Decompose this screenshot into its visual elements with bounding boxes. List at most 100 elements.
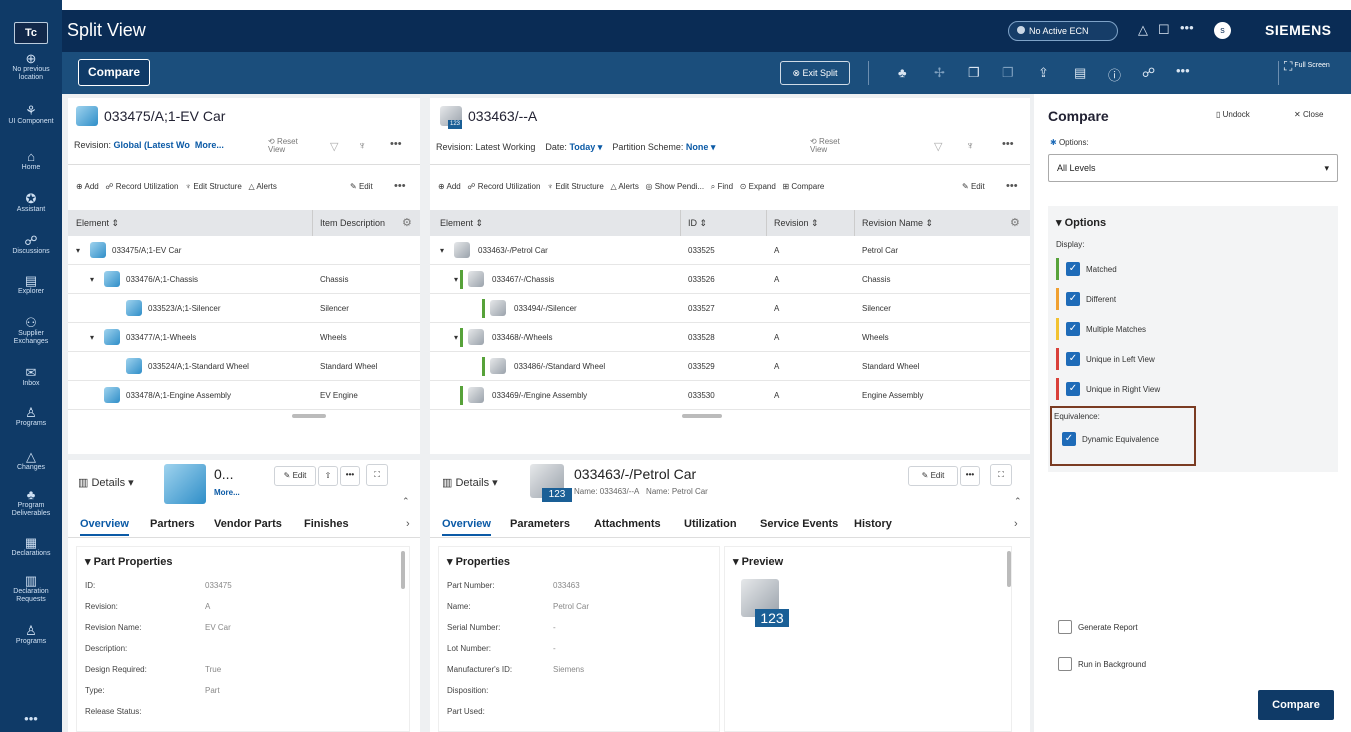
edit-button[interactable]: ✎ Edit [274, 466, 316, 486]
chevron-down-icon[interactable]: ▾ [440, 236, 444, 265]
settings-icon[interactable]: ⚙ [1010, 216, 1020, 229]
table-row[interactable]: 033486/-/Standard Wheel 033529 A Standard W… [430, 352, 1030, 381]
more-icon[interactable]: ••• [1002, 138, 1014, 150]
table-row[interactable]: ▾ 033463/-/Petrol Car 033525 A Petrol Car [430, 236, 1030, 265]
rail-item[interactable]: ▤ Explorer [0, 274, 62, 296]
chevron-down-icon[interactable]: ▾ [454, 323, 458, 352]
more-link[interactable]: More... [195, 140, 224, 150]
rail-item[interactable]: ✪ Assistant [0, 192, 62, 214]
record-utilization-button[interactable]: ☍ Record Utilization [467, 182, 540, 191]
table-row[interactable]: ▾ 033468/-/Wheels 033528 A Wheels [430, 323, 1030, 352]
partition-dropdown[interactable]: None ▾ [686, 142, 716, 152]
edit-structure-button[interactable]: ♆ Edit Structure [185, 182, 242, 191]
find-button[interactable]: ⌕ Find [711, 182, 733, 191]
chevron-right-icon[interactable]: › [1014, 518, 1018, 530]
compare-tab-button[interactable]: Compare [78, 59, 150, 86]
chevron-down-icon[interactable]: ▾ [90, 265, 94, 294]
tab-partners[interactable]: Partners [150, 518, 195, 534]
column-header-id[interactable]: ID ⇕ [688, 218, 707, 229]
ecn-status-button[interactable]: No Active ECN [1008, 21, 1118, 41]
table-row[interactable]: 033478/A;1-Engine Assembly EV Engine [68, 381, 420, 410]
chevron-down-icon[interactable]: ▾ [76, 236, 80, 265]
reset-view-button[interactable]: ⟲ Reset View [268, 138, 308, 154]
chevron-up-icon[interactable]: ⌃ [402, 496, 410, 507]
pin-icon[interactable]: ✢ [934, 65, 945, 81]
section-header[interactable]: ▾ Preview [733, 555, 783, 568]
rail-item[interactable]: ⊕ No previous location [0, 52, 62, 82]
scrollbar[interactable] [401, 551, 405, 589]
table-row[interactable]: 033494/-/Silencer 033527 A Silencer [430, 294, 1030, 323]
structure-icon[interactable]: ♆ [966, 140, 974, 152]
expand-button[interactable]: ⊙ Expand [740, 182, 776, 191]
rail-item[interactable]: ♙ Programs [0, 406, 62, 428]
details-dropdown[interactable]: ▥ Details ▾ [442, 476, 498, 489]
rail-item[interactable]: ▥ Declaration Requests [0, 574, 62, 604]
edit-button[interactable]: ✎ Edit [350, 182, 373, 191]
section-header[interactable]: ▾ Options [1056, 216, 1106, 229]
date-dropdown[interactable]: Today ▾ [569, 142, 602, 152]
table-row[interactable]: ▾ 033477/A;1-Wheels Wheels [68, 323, 420, 352]
more-icon[interactable]: ••• [1180, 20, 1194, 35]
settings-icon[interactable]: ⚙ [402, 216, 412, 229]
compare-submit-button[interactable]: Compare [1258, 690, 1334, 720]
table-row[interactable]: ▾ 033476/A;1-Chassis Chassis [68, 265, 420, 294]
rail-item[interactable]: ✉ Inbox [0, 366, 62, 388]
avatar[interactable]: s [1214, 22, 1231, 39]
checkbox-unique-in-left-view[interactable]: ✓ [1066, 352, 1080, 366]
rail-item[interactable]: ☍ Discussions [0, 234, 62, 256]
tab-overview[interactable]: Overview [80, 518, 129, 536]
edit-button[interactable]: ✎ Edit [908, 466, 958, 486]
scrollbar[interactable] [1007, 551, 1011, 587]
rail-item[interactable]: ♙ Programs [0, 624, 62, 646]
chevron-down-icon[interactable]: ▾ [454, 265, 458, 294]
left-revision-rule[interactable]: Revision: Global (Latest Wo More... [74, 140, 224, 150]
tab-vendor-parts[interactable]: Vendor Parts [214, 518, 282, 534]
undock-button[interactable]: ▯ Undock [1216, 110, 1250, 119]
rail-item[interactable]: ▦ Declarations [0, 536, 62, 558]
copy-icon[interactable]: ❐ [968, 65, 980, 81]
record-utilization-button[interactable]: ☍ Record Utilization [105, 182, 178, 191]
rail-item[interactable]: ••• [0, 712, 62, 726]
rail-item[interactable]: ⚘ UI Component [0, 104, 62, 126]
add-button[interactable]: ⊕ Add [76, 182, 99, 191]
more-link[interactable]: More... [214, 488, 240, 497]
edit-structure-button[interactable]: ♆ Edit Structure [547, 182, 604, 191]
paste-icon[interactable]: ❐ [1002, 65, 1014, 81]
chevron-up-icon[interactable]: ⌃ [1014, 496, 1022, 507]
reset-view-button[interactable]: ⟲ Reset View [810, 138, 850, 154]
scrollbar[interactable] [292, 414, 326, 418]
checkbox-different[interactable]: ✓ [1066, 292, 1080, 306]
edit-button[interactable]: ✎ Edit [962, 182, 985, 191]
expand-icon[interactable]: ⛶ [990, 464, 1012, 486]
more-icon[interactable]: ••• [394, 180, 406, 192]
structure-icon[interactable]: ♣ [898, 65, 907, 80]
revision-value[interactable]: Global (Latest Wo [114, 140, 190, 150]
rail-item[interactable]: △ Changes [0, 450, 62, 472]
exit-split-button[interactable]: ⊗ Exit Split [780, 61, 850, 85]
more-icon[interactable]: ••• [960, 466, 980, 486]
document-icon[interactable]: ▤ [1074, 65, 1086, 81]
table-row[interactable]: 033469/-/Engine Assembly 033530 A Engine As… [430, 381, 1030, 410]
full-screen-button[interactable]: ⛶ Full Screen [1284, 60, 1346, 72]
column-header-revision-name[interactable]: Revision Name ⇕ [862, 218, 933, 229]
link-icon[interactable]: ☍ [1142, 65, 1155, 81]
table-row[interactable]: ▾ 033475/A;1-EV Car [68, 236, 420, 265]
rail-item[interactable]: ⚇ Supplier Exchanges [0, 316, 62, 346]
column-header-element[interactable]: Element ⇕ [440, 218, 483, 229]
tab-overview[interactable]: Overview [442, 518, 491, 536]
chevron-right-icon[interactable]: › [406, 518, 410, 530]
share-icon[interactable]: ⇪ [1038, 65, 1049, 81]
column-header-revision[interactable]: Revision ⇕ [774, 218, 819, 229]
alerts-button[interactable]: △ Alerts [248, 182, 276, 191]
checkbox-dynamic-equivalence[interactable]: ✓ [1062, 432, 1076, 446]
checkbox-matched[interactable]: ✓ [1066, 262, 1080, 276]
share-icon[interactable]: ⇧ [318, 466, 338, 486]
table-row[interactable]: 033523/A;1-Silencer Silencer [68, 294, 420, 323]
more-icon[interactable]: ••• [340, 466, 360, 486]
add-button[interactable]: ⊕ Add [438, 182, 461, 191]
structure-icon[interactable]: ♆ [358, 140, 366, 152]
tab-parameters[interactable]: Parameters [510, 518, 570, 534]
show-pending-button[interactable]: ◎ Show Pendi... [646, 182, 705, 191]
compare-button[interactable]: ⊞ Compare [782, 182, 824, 191]
expand-icon[interactable]: ⛶ [366, 464, 388, 486]
